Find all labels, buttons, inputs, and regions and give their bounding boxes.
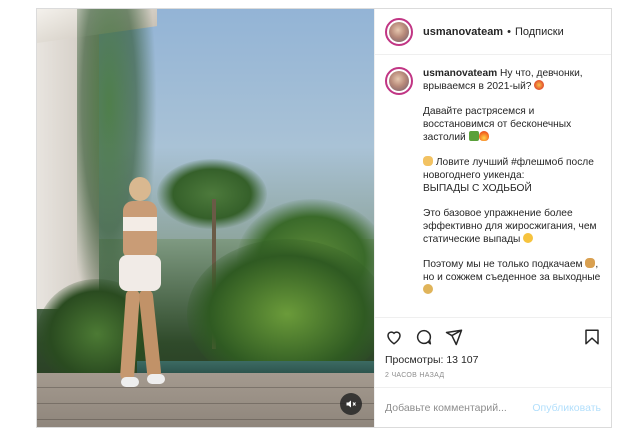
caption-fade (375, 303, 611, 317)
post-sidebar: usmanovateam • Подписки usmanovateam Ну … (374, 9, 611, 427)
post-timestamp[interactable]: 2 ЧАСОВ НАЗАД (385, 372, 601, 379)
caption-line-2: Давайте растрясемся и восстановимся от б… (423, 106, 572, 143)
bookmark-icon (585, 329, 599, 345)
muscle-emoji-icon (468, 131, 479, 141)
views-label: Просмотры: (385, 354, 444, 366)
post-video[interactable] (37, 9, 374, 427)
rice-emoji-icon (423, 284, 433, 294)
video-woman (111, 177, 171, 392)
caption-line-3: Ловите лучший #флешмоб после новогоднего… (423, 157, 594, 194)
views-count[interactable]: Просмотры: 13 107 (385, 354, 601, 366)
heart-icon (387, 331, 401, 345)
share-button[interactable] (445, 328, 463, 346)
mute-button[interactable] (340, 393, 362, 415)
comment-button[interactable] (415, 328, 433, 346)
burst-emoji-icon (534, 80, 545, 90)
pointing-emoji-icon (423, 156, 433, 166)
caption-username[interactable]: usmanovateam (423, 68, 497, 79)
publish-button[interactable]: Опубликовать (532, 402, 601, 414)
fire-emoji-icon (478, 131, 489, 141)
follow-button[interactable]: Подписки (515, 26, 564, 38)
video-deck (37, 373, 374, 427)
header-separator: • (507, 25, 511, 38)
caption-area: usmanovateam Ну что, девчонки, врываемся… (375, 55, 611, 317)
post-header: usmanovateam • Подписки (375, 9, 611, 55)
instagram-post: usmanovateam • Подписки usmanovateam Ну … (36, 8, 612, 428)
action-bar: Просмотры: 13 107 2 ЧАСОВ НАЗАД (375, 317, 611, 387)
caption-line-5: Поэтому мы не только подкачаем (423, 259, 583, 270)
header-username[interactable]: usmanovateam (423, 26, 503, 38)
smile-emoji-icon (523, 233, 534, 243)
caption-line-4: Это базовое упражнение более эффективно … (423, 208, 597, 245)
avatar[interactable] (385, 17, 413, 46)
save-button[interactable] (583, 328, 601, 346)
comment-input[interactable] (385, 401, 533, 414)
mute-icon (346, 400, 356, 408)
comment-icon (416, 329, 432, 345)
avatar[interactable] (385, 67, 413, 95)
like-button[interactable] (385, 328, 403, 346)
views-value: 13 107 (446, 354, 479, 366)
caption: usmanovateam Ну что, девчонки, врываемся… (423, 67, 601, 309)
add-comment-bar: Опубликовать (375, 387, 611, 427)
share-icon (445, 329, 463, 346)
bread-emoji-icon (585, 258, 596, 268)
